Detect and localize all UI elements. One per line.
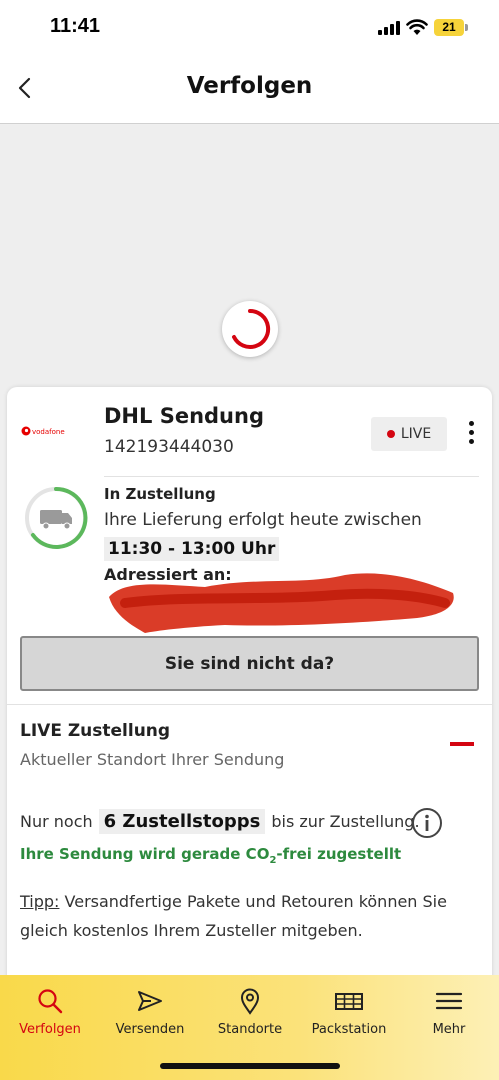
tab-label: Versenden [115, 1022, 185, 1037]
tab-versenden[interactable]: Versenden [100, 975, 200, 1047]
live-delivery-title: LIVE Zustellung [20, 721, 171, 741]
tab-mehr[interactable]: Mehr [399, 975, 499, 1047]
tip-body: Versandfertige Pakete und Retouren könne… [20, 892, 447, 940]
shipment-card: vodafone DHL Sendung 142193444030 LIVE I… [7, 387, 492, 987]
collapse-icon[interactable] [450, 742, 474, 746]
delivery-status-ring [25, 486, 88, 549]
page-title: Verfolgen [186, 73, 313, 99]
packstation-icon [335, 993, 363, 1010]
co2-prefix: Ihre Sendung wird gerade CO [20, 845, 270, 863]
send-icon [138, 991, 162, 1011]
live-badge: LIVE [371, 417, 447, 451]
info-icon[interactable] [411, 807, 443, 839]
delivery-status-text: Ihre Lieferung erfolgt heute zwischen [104, 510, 422, 530]
battery-level: 21 [442, 20, 456, 34]
divider [7, 704, 492, 705]
divider [104, 476, 479, 477]
more-options-icon[interactable] [463, 419, 479, 447]
status-bar: 11:41 21 [0, 0, 499, 56]
tracking-number: 142193444030 [104, 437, 234, 457]
tab-label: Standorte [217, 1022, 283, 1037]
tab-verfolgen[interactable]: Verfolgen [0, 975, 100, 1047]
status-time: 11:41 [50, 15, 101, 37]
tip-text: Tipp: Versandfertige Pakete und Retouren… [20, 887, 482, 945]
not-home-button[interactable]: Sie sind nicht da? [20, 636, 479, 691]
co2-free-notice: Ihre Sendung wird gerade CO2-frei zugest… [20, 845, 401, 866]
tab-packstation[interactable]: Packstation [299, 975, 399, 1047]
live-delivery-subtitle: Aktueller Standort Ihrer Sendung [20, 750, 285, 769]
delivery-time-window: 11:30 - 13:00 Uhr [104, 537, 280, 561]
delivery-van-icon [40, 510, 72, 530]
tip-label: Tipp: [20, 892, 60, 911]
delivery-status-label: In Zustellung [104, 485, 216, 503]
search-icon [38, 989, 63, 1014]
stops-suffix: bis zur Zustellung. [271, 812, 420, 831]
co2-suffix: -frei zugestellt [276, 845, 402, 863]
shipment-title: DHL Sendung [104, 404, 264, 428]
battery-icon: 21 [434, 19, 464, 36]
tab-label: Mehr [432, 1022, 466, 1037]
live-badge-label: LIVE [400, 426, 432, 442]
redacted-address [109, 573, 454, 633]
signal-icon [378, 21, 402, 35]
location-pin-icon [240, 988, 260, 1015]
stops-prefix: Nur noch [20, 812, 93, 831]
bottom-tab-bar: Verfolgen Versenden Standorte Packstatio… [0, 975, 499, 1080]
battery-tip [465, 24, 468, 31]
vodafone-logo: vodafone [21, 426, 65, 436]
home-indicator [160, 1063, 340, 1069]
vodafone-logo-text: vodafone [32, 428, 65, 436]
tab-label: Verfolgen [19, 1022, 81, 1037]
live-dot-icon [386, 430, 395, 438]
menu-icon [435, 992, 463, 1010]
nav-header: Verfolgen [0, 56, 499, 124]
stops-info: Nur noch 6 Zustellstopps bis zur Zustell… [20, 809, 420, 834]
tab-standorte[interactable]: Standorte [200, 975, 300, 1047]
wifi-icon [406, 19, 428, 35]
tab-label: Packstation [311, 1022, 387, 1037]
loading-spinner-icon [232, 308, 271, 349]
stops-count: 6 Zustellstopps [98, 809, 266, 834]
loading-spinner [222, 301, 278, 357]
